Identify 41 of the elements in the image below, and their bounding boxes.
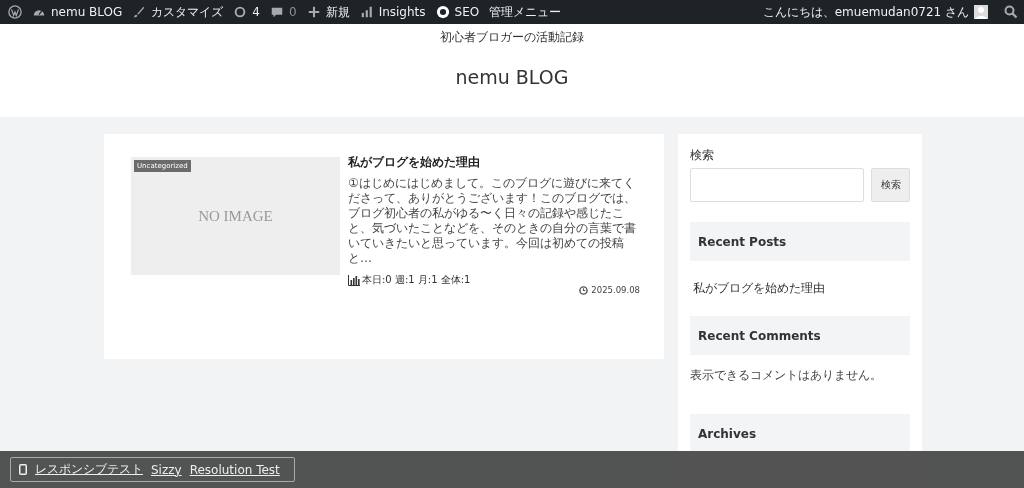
- search-button[interactable]: 検索: [871, 168, 910, 202]
- bar-chart-icon: [348, 274, 360, 286]
- post-date: 2025.09.08: [591, 285, 640, 295]
- wordpress-logo-icon: [8, 5, 22, 19]
- search-label: 検索: [690, 148, 715, 163]
- toolbar-item[interactable]: カスタマイズ: [132, 3, 224, 21]
- toolbar-item[interactable]: 新規: [306, 3, 350, 21]
- toolbar-link[interactable]: Resolution Test: [189, 462, 280, 477]
- toolbar-item[interactable]: nemu BLOG: [32, 5, 123, 19]
- search-icon: [1004, 5, 1018, 19]
- search-button[interactable]: [1004, 5, 1018, 19]
- no-image-text: NO IMAGE: [198, 207, 273, 225]
- toolbar-item[interactable]: 4: [233, 5, 260, 19]
- no-comments-text: 表示できるコメントはありません。: [690, 368, 883, 383]
- search-field[interactable]: [690, 168, 864, 202]
- toolbar-item[interactable]: Insights: [359, 5, 426, 19]
- post-title[interactable]: 私がブログを始めた理由: [348, 155, 640, 170]
- toolbar-item[interactable]: 0: [270, 5, 297, 19]
- bar-chart-icon: [359, 5, 374, 19]
- site-title[interactable]: nemu BLOG: [455, 66, 569, 88]
- toolbar-link[interactable]: レスポンシブテスト: [35, 461, 143, 478]
- plus-icon: [306, 5, 321, 19]
- site-tagline: 初心者ブロガーの活動記録: [440, 29, 584, 46]
- toolbar-item[interactable]: 管理メニュー: [489, 3, 562, 21]
- brush-icon: [132, 5, 147, 19]
- widget-title: Recent Posts: [690, 222, 910, 261]
- post-excerpt: ①はじめにはじめまして。このブログに遊びに来てくださって、ありがとうございます！このブログでは、ブログ初心者の私がゆる〜く日々の記録や感じたこと、気づいたことなどを、そのときの自分の言葉で書いていきたいと思っています。今回は初めての投稿と…: [348, 176, 637, 266]
- badge-icon: [435, 5, 450, 19]
- clock-icon: [579, 285, 589, 295]
- toolbar-link[interactable]: Sizzy: [151, 462, 182, 477]
- avatar-icon: [974, 5, 988, 19]
- view-counts: 本日:0 週:1 月:1 全体:1: [362, 273, 471, 287]
- widget-title: Archives: [690, 414, 910, 453]
- refresh-icon: [233, 5, 248, 19]
- comment-icon: [270, 5, 284, 19]
- mobile-icon: [19, 464, 27, 475]
- recent-post-link[interactable]: 私がブログを始めた理由: [693, 281, 910, 296]
- toolbar-item[interactable]: SEO: [435, 5, 480, 19]
- toolbar-item[interactable]: [8, 5, 22, 19]
- user-greeting[interactable]: こんにちは、emuemudan0721 さん: [762, 3, 988, 21]
- widget-title: Recent Comments: [690, 316, 910, 355]
